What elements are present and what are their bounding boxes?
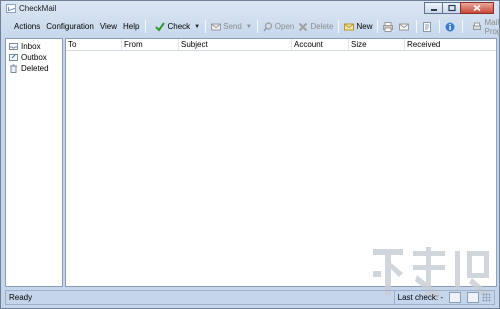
- separator: [338, 20, 340, 33]
- new-button[interactable]: New: [342, 19, 374, 34]
- mail-program-icon: [472, 22, 482, 32]
- last-check-text: Last check: -: [397, 292, 443, 302]
- folder-label: Outbox: [21, 53, 47, 62]
- status-right-panel: Last check: -: [393, 289, 495, 305]
- column-header-from[interactable]: From: [122, 39, 179, 50]
- status-mail-icon[interactable]: [449, 291, 461, 303]
- address-book-button[interactable]: [420, 19, 436, 34]
- status-settings-icon[interactable]: [467, 291, 479, 303]
- separator: [256, 20, 258, 33]
- message-list-header: To From Subject Account Size Received: [66, 39, 496, 51]
- separator: [145, 20, 147, 33]
- mail-program-label: Mail Program: [484, 17, 500, 36]
- close-icon: [473, 4, 481, 12]
- send-button[interactable]: Send ▼: [209, 19, 254, 34]
- new-message-icon: [344, 22, 355, 32]
- title-bar: CheckMail: [1, 1, 499, 17]
- trash-icon: [9, 64, 18, 73]
- folder-label: Inbox: [21, 42, 41, 51]
- delete-button[interactable]: Delete: [296, 19, 335, 34]
- separator: [439, 20, 441, 33]
- check-label: Check: [167, 22, 191, 31]
- folder-pane: Inbox Outbox Deleted: [5, 38, 63, 287]
- search-open-icon: [263, 21, 273, 32]
- delete-x-icon: [298, 22, 308, 32]
- column-header-to[interactable]: To: [66, 39, 122, 50]
- column-header-size[interactable]: Size: [349, 39, 405, 50]
- separator: [462, 20, 464, 33]
- minimize-button[interactable]: [424, 2, 443, 14]
- status-text: Ready: [5, 289, 394, 305]
- document-icon: [422, 21, 432, 32]
- new-label: New: [356, 22, 373, 31]
- mail-button[interactable]: [397, 19, 413, 34]
- menu-configuration[interactable]: Configuration: [43, 18, 97, 35]
- delete-label: Delete: [310, 22, 334, 31]
- open-button[interactable]: Open: [261, 19, 297, 34]
- menu-help[interactable]: Help: [120, 18, 142, 35]
- folder-label: Deleted: [21, 64, 49, 73]
- menu-bar: Actions Configuration View Help: [9, 18, 142, 35]
- open-label: Open: [274, 22, 295, 31]
- send-label: Send: [223, 22, 242, 31]
- maximize-button[interactable]: [442, 2, 461, 14]
- folder-deleted[interactable]: Deleted: [6, 63, 62, 74]
- separator: [205, 20, 207, 33]
- check-dropdown-icon[interactable]: ▼: [194, 24, 200, 30]
- printer-icon: [383, 21, 394, 32]
- status-bar: Ready Last check: -: [5, 289, 495, 305]
- folder-outbox[interactable]: Outbox: [6, 52, 62, 63]
- checkmark-icon: [155, 21, 166, 32]
- column-header-account[interactable]: Account: [292, 39, 349, 50]
- info-button[interactable]: [443, 19, 459, 34]
- minimize-icon: [430, 9, 437, 11]
- envelope-icon: [399, 22, 410, 32]
- info-icon: [445, 22, 455, 32]
- app-window: CheckMail Actions Configuration View Hel…: [0, 0, 500, 309]
- menu-view[interactable]: View: [97, 18, 120, 35]
- check-button[interactable]: Check ▼: [153, 19, 202, 34]
- maximize-icon: [447, 4, 456, 12]
- separator: [416, 20, 418, 33]
- close-button[interactable]: [460, 2, 494, 14]
- menu-toolbar-row: Actions Configuration View Help Check ▼ …: [5, 18, 500, 36]
- inbox-icon: [9, 42, 18, 51]
- send-dropdown-icon[interactable]: ▼: [246, 24, 252, 30]
- mail-program-button[interactable]: Mail Program: [470, 17, 500, 36]
- menu-actions[interactable]: Actions: [11, 18, 43, 35]
- column-header-subject[interactable]: Subject: [179, 39, 292, 50]
- print-button[interactable]: [381, 19, 397, 34]
- separator: [377, 20, 379, 33]
- envelope-send-icon: [211, 22, 222, 32]
- column-header-received[interactable]: Received: [405, 39, 496, 50]
- window-controls: [424, 2, 494, 15]
- folder-inbox[interactable]: Inbox: [6, 41, 62, 52]
- window-title: CheckMail: [19, 4, 57, 13]
- outbox-icon: [9, 53, 18, 62]
- resize-grip[interactable]: [482, 292, 491, 302]
- app-icon: [6, 4, 16, 13]
